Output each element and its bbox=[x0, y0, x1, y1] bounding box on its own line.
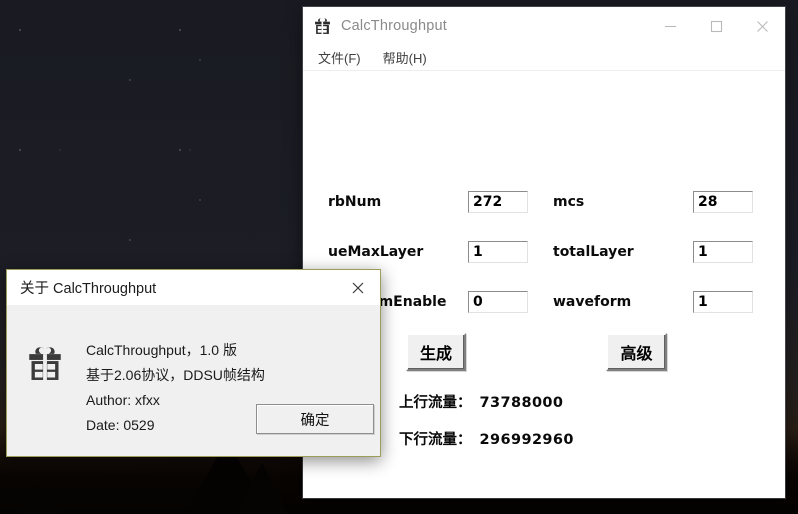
about-dialog: 关于 CalcThroughput CalcThroughput，1.0 版 基… bbox=[6, 269, 381, 457]
label-waveform: waveform bbox=[553, 294, 632, 310]
input-rbnum[interactable] bbox=[468, 191, 528, 213]
menubar: 文件(F) 帮助(H) bbox=[303, 45, 785, 71]
uplink-throughput-row: 上行流量： 73788000 bbox=[399, 391, 563, 412]
input-mcs[interactable] bbox=[693, 191, 753, 213]
downlink-throughput-row: 下行流量： 296992960 bbox=[399, 428, 574, 449]
input-256qamenable[interactable] bbox=[468, 291, 528, 313]
form-row-2: ueMaxLayer totalLayer bbox=[303, 241, 785, 267]
input-totallayer[interactable] bbox=[693, 241, 753, 263]
uplink-throughput-value: 73788000 bbox=[479, 395, 564, 411]
minimize-icon[interactable] bbox=[647, 7, 693, 45]
menu-item-help[interactable]: 帮助(H) bbox=[383, 48, 427, 67]
about-line-product: CalcThroughput，1.0 版 bbox=[86, 342, 237, 358]
ok-button[interactable]: 确定 bbox=[256, 404, 374, 434]
downlink-throughput-label: 下行流量： bbox=[399, 432, 472, 448]
gift-box-icon bbox=[314, 18, 331, 35]
advanced-button[interactable]: 高级 bbox=[606, 333, 667, 371]
label-totallayer: totalLayer bbox=[553, 244, 634, 260]
downlink-throughput-value: 296992960 bbox=[479, 432, 574, 448]
about-dialog-titlebar[interactable]: 关于 CalcThroughput bbox=[7, 270, 380, 305]
generate-button[interactable]: 生成 bbox=[406, 333, 466, 371]
about-line-protocol: 基于2.06协议，DDSU帧结构 bbox=[86, 367, 265, 383]
label-uemaxlayer: ueMaxLayer bbox=[328, 244, 424, 260]
close-icon[interactable] bbox=[739, 7, 785, 45]
main-titlebar[interactable]: CalcThroughput bbox=[303, 7, 785, 45]
window-caption-buttons bbox=[647, 7, 785, 45]
maximize-icon[interactable] bbox=[693, 7, 739, 45]
desktop: CalcThroughput 文件(F) 帮助(H) rbNum 272 mcs… bbox=[0, 0, 798, 514]
input-uemaxlayer[interactable] bbox=[468, 241, 528, 263]
gift-box-icon bbox=[27, 346, 63, 382]
input-waveform[interactable] bbox=[693, 291, 753, 313]
form-row-1: rbNum mcs bbox=[303, 191, 785, 217]
uplink-throughput-label: 上行流量： bbox=[399, 395, 472, 411]
menu-item-file[interactable]: 文件(F) bbox=[318, 48, 361, 67]
close-icon[interactable] bbox=[335, 270, 380, 305]
tree-silhouette-small bbox=[18, 484, 62, 514]
main-window-title: CalcThroughput bbox=[341, 18, 447, 34]
label-mcs: mcs bbox=[553, 194, 585, 210]
label-rbnum: rbNum bbox=[328, 194, 382, 210]
about-dialog-body: CalcThroughput，1.0 版 基于2.06协议，DDSU帧结构 Au… bbox=[7, 305, 380, 455]
about-dialog-title: 关于 CalcThroughput bbox=[20, 281, 157, 297]
tree-silhouette-medium bbox=[236, 462, 288, 514]
